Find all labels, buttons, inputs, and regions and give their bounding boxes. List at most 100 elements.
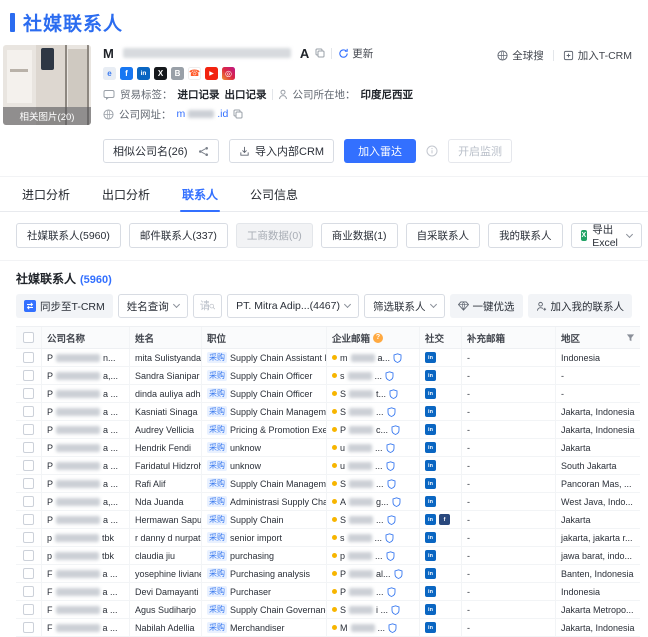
import-crm-button[interactable]: 导入内部CRM [229, 139, 335, 163]
verify-shield-icon[interactable] [394, 568, 403, 579]
info-icon[interactable] [426, 145, 438, 157]
verify-shield-icon[interactable] [386, 460, 395, 471]
source-tab[interactable]: 邮件联系人(337) [128, 223, 228, 248]
source-tab[interactable]: 社媒联系人(5960) [16, 223, 121, 248]
facebook-icon[interactable]: f [439, 514, 450, 525]
similar-companies-button[interactable]: 相似公司名(26) [103, 139, 219, 163]
linkedin-icon[interactable]: in [425, 442, 436, 453]
linkedin-icon[interactable]: in [137, 67, 150, 80]
quick-pick-button[interactable]: 一键优选 [449, 294, 523, 318]
row-checkbox[interactable] [23, 442, 34, 453]
linkedin-icon[interactable]: in [425, 514, 436, 525]
browser-icon[interactable]: e [103, 67, 116, 80]
tab-进口分析[interactable]: 进口分析 [20, 177, 72, 211]
linkedin-icon[interactable]: in [425, 550, 436, 561]
row-checkbox[interactable] [23, 496, 34, 507]
row-checkbox[interactable] [23, 604, 34, 615]
company-photo[interactable]: 相关图片(20) [3, 45, 91, 125]
row-checkbox[interactable] [23, 622, 34, 633]
export-records-link[interactable]: 出口记录 [225, 87, 267, 102]
filter-contacts-select[interactable]: 筛选联系人 [364, 294, 445, 318]
verify-shield-icon[interactable] [388, 622, 397, 633]
linkedin-icon[interactable]: in [425, 352, 436, 363]
start-monitor-button[interactable]: 开启监测 [448, 139, 513, 163]
contact-name: Hendrik Fendi [135, 442, 192, 453]
linkedin-icon[interactable]: in [425, 406, 436, 417]
linkedin-icon[interactable]: in [425, 388, 436, 399]
search-icon[interactable] [209, 301, 215, 312]
filter-funnel-icon[interactable] [626, 333, 635, 342]
name-search-input[interactable] [199, 300, 209, 312]
verify-shield-icon[interactable] [393, 352, 402, 363]
refresh-button[interactable]: 更新 [338, 46, 373, 61]
row-checkbox[interactable] [23, 514, 34, 525]
join-radar-button[interactable]: 加入雷达 [344, 139, 417, 163]
row-checkbox[interactable] [23, 352, 34, 363]
header-region: 地区 [556, 327, 640, 348]
linkedin-icon[interactable]: in [425, 496, 436, 507]
row-checkbox[interactable] [23, 550, 34, 561]
linkedin-icon[interactable]: in [425, 370, 436, 381]
tab-公司信息[interactable]: 公司信息 [248, 177, 300, 211]
source-tab[interactable]: 自采联系人 [405, 223, 481, 248]
row-checkbox[interactable] [23, 478, 34, 489]
x-icon[interactable]: X [154, 67, 167, 80]
select-all-checkbox[interactable] [23, 332, 34, 343]
tab-出口分析[interactable]: 出口分析 [100, 177, 152, 211]
verify-shield-icon[interactable] [391, 424, 400, 435]
row-checkbox[interactable] [23, 424, 34, 435]
add-to-contacts-button[interactable]: 加入我的联系人 [527, 294, 632, 318]
row-checkbox[interactable] [23, 460, 34, 471]
linkedin-icon[interactable]: in [425, 460, 436, 471]
verify-shield-icon[interactable] [392, 496, 401, 507]
name-query-select[interactable]: 姓名查询 [117, 294, 188, 318]
copy-icon[interactable] [233, 109, 243, 119]
book-icon[interactable]: B [171, 67, 184, 80]
verify-shield-icon[interactable] [386, 442, 395, 453]
linkedin-icon[interactable]: in [425, 622, 436, 633]
tab-联系人[interactable]: 联系人 [180, 177, 221, 212]
verify-shield-icon[interactable] [387, 478, 396, 489]
help-badge-icon[interactable]: ? [373, 332, 384, 343]
verify-shield-icon[interactable] [386, 550, 395, 561]
source-tab[interactable]: 我的联系人 [488, 223, 563, 248]
global-search-link[interactable]: 全球搜 [497, 48, 544, 63]
youtube-icon[interactable]: ▶ [205, 67, 218, 80]
row-checkbox[interactable] [23, 406, 34, 417]
verify-shield-icon[interactable] [385, 532, 394, 543]
export-excel-button[interactable]: X 导出 Excel [570, 223, 643, 249]
purchase-tag: 采购 [207, 514, 227, 525]
copy-icon[interactable] [315, 48, 325, 58]
linkedin-icon[interactable]: in [425, 568, 436, 579]
source-tab[interactable]: 工商数据(0) [235, 223, 313, 248]
linkedin-icon[interactable]: in [425, 586, 436, 597]
linkedin-icon[interactable]: in [425, 532, 436, 543]
row-checkbox[interactable] [23, 388, 34, 399]
company-filter-select[interactable]: PT. Mitra Adip...(4467) [227, 294, 359, 318]
row-checkbox[interactable] [23, 532, 34, 543]
row-checkbox[interactable] [23, 568, 34, 579]
linkedin-icon[interactable]: in [425, 424, 436, 435]
header-company: 公司名称 [42, 327, 130, 348]
row-checkbox[interactable] [23, 370, 34, 381]
filter-contacts-label: 筛选联系人 [373, 300, 426, 313]
verify-shield-icon[interactable] [391, 604, 400, 615]
instagram-icon[interactable]: ◎ [222, 67, 235, 80]
row-checkbox[interactable] [23, 586, 34, 597]
verify-shield-icon[interactable] [387, 406, 396, 417]
verify-shield-icon[interactable] [385, 370, 394, 381]
verify-shield-icon[interactable] [387, 586, 396, 597]
contact-source-row: 社媒联系人(5960) 邮件联系人(337) 工商数据(0) 商业数据(1) 自采联系人… [16, 223, 643, 249]
join-tcrm-link[interactable]: 加入T-CRM [563, 48, 632, 63]
website-link[interactable]: m .id [177, 108, 229, 120]
verify-shield-icon[interactable] [389, 388, 398, 399]
verify-shield-icon[interactable] [387, 514, 396, 525]
company-name-prefix: M [103, 45, 114, 61]
sync-tcrm-button[interactable]: 同步至T-CRM [16, 294, 113, 318]
linkedin-icon[interactable]: in [425, 604, 436, 615]
phone-icon[interactable]: ☎ [188, 67, 201, 80]
source-tab[interactable]: 商业数据(1) [320, 223, 398, 248]
facebook-icon[interactable]: f [120, 67, 133, 80]
import-records-link[interactable]: 进口记录 [178, 87, 220, 102]
linkedin-icon[interactable]: in [425, 478, 436, 489]
